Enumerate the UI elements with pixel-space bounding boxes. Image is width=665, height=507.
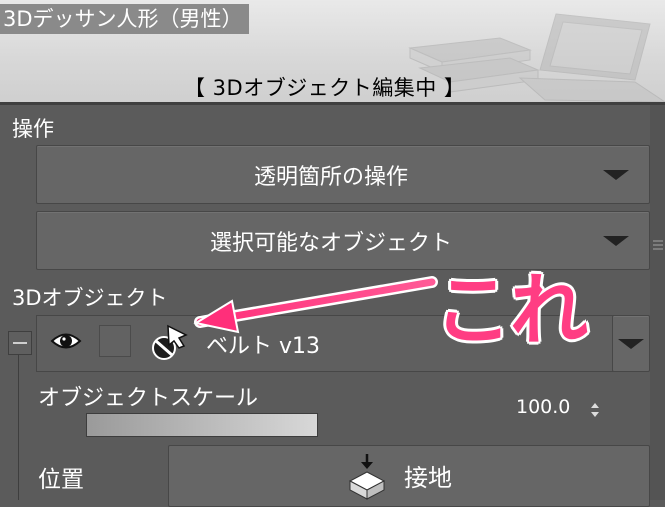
- annotation-label: これ: [434, 266, 588, 356]
